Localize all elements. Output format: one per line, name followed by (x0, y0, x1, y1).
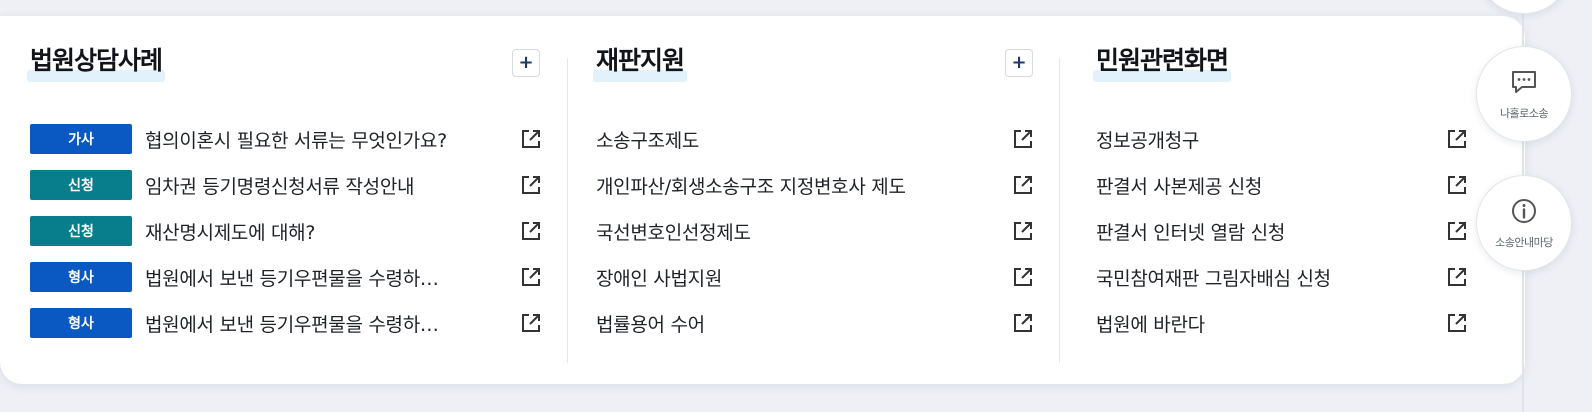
list-item[interactable]: 개인파산/회생소송구조 지정변호사 제도 (596, 162, 1034, 208)
external-link-icon[interactable] (520, 266, 542, 288)
external-link-icon[interactable] (1012, 266, 1034, 288)
list-item-label[interactable]: 정보공개청구 (1096, 126, 1199, 153)
category-badge: 신청 (30, 216, 132, 246)
list-item-label[interactable]: 개인파산/회생소송구조 지정변호사 제도 (596, 172, 906, 199)
external-link-icon[interactable] (1446, 266, 1468, 288)
external-link-icon[interactable] (1012, 174, 1034, 196)
column-divider (567, 58, 568, 363)
quick-menu-litigation-guide[interactable]: 소송안내마당 (1476, 175, 1572, 271)
external-link-icon[interactable] (1012, 128, 1034, 150)
list-item-label[interactable]: 법원에서 보낸 등기우편물을 수령하… (145, 264, 439, 291)
list-item-label[interactable]: 국민참여재판 그림자배심 신청 (1096, 264, 1331, 291)
external-link-icon[interactable] (1446, 220, 1468, 242)
more-button[interactable]: + (512, 49, 540, 77)
quick-links-card: 법원상담사례 + 가사 협의이혼시 필요한 서류는 무엇인가요? 신청 임차권 … (0, 16, 1525, 384)
list-item[interactable]: 판결서 사본제공 신청 (1096, 162, 1468, 208)
section-title: 재판지원 (593, 43, 688, 82)
list-item-label[interactable]: 판결서 인터넷 열람 신청 (1096, 218, 1285, 245)
list-item-label[interactable]: 장애인 사법지원 (596, 264, 722, 291)
external-link-icon[interactable] (520, 220, 542, 242)
list-item-label[interactable]: 협의이혼시 필요한 서류는 무엇인가요? (145, 126, 447, 153)
section-title: 민원관련화면 (1093, 43, 1232, 82)
column-divider (1059, 58, 1060, 363)
list-item[interactable]: 신청 재산명시제도에 대해? (30, 208, 542, 254)
section-court-consultation: 법원상담사례 + 가사 협의이혼시 필요한 서류는 무엇인가요? 신청 임차권 … (27, 16, 542, 384)
quick-menu-item-top[interactable] (1476, 0, 1572, 14)
list-item[interactable]: 정보공개청구 (1096, 116, 1468, 162)
external-link-icon[interactable] (520, 174, 542, 196)
quick-menu-self-litigation[interactable]: 나홀로소송 (1476, 46, 1572, 142)
section-title: 법원상담사례 (27, 43, 166, 82)
list-item-label[interactable]: 임차권 등기명령신청서류 작성안내 (145, 172, 414, 199)
list-item[interactable]: 형사 법원에서 보낸 등기우편물을 수령하… (30, 300, 542, 346)
quick-menu-label: 나홀로소송 (1499, 107, 1549, 120)
list-item-label[interactable]: 법원에 바란다 (1096, 310, 1205, 337)
list-item[interactable]: 가사 협의이혼시 필요한 서류는 무엇인가요? (30, 116, 542, 162)
category-badge: 형사 (30, 262, 132, 292)
external-link-icon[interactable] (1012, 220, 1034, 242)
consultation-list: 가사 협의이혼시 필요한 서류는 무엇인가요? 신청 임차권 등기명령신청서류 … (30, 116, 542, 346)
list-item-label[interactable]: 재산명시제도에 대해? (145, 218, 315, 245)
list-item[interactable]: 국민참여재판 그림자배심 신청 (1096, 254, 1468, 300)
support-list: 소송구조제도 개인파산/회생소송구조 지정변호사 제도 국선변호인선정제도 장애… (596, 116, 1034, 346)
list-item[interactable]: 판결서 인터넷 열람 신청 (1096, 208, 1468, 254)
list-item[interactable]: 법률용어 수어 (596, 300, 1034, 346)
quick-menu-label: 소송안내마당 (1495, 236, 1553, 249)
external-link-icon[interactable] (1446, 174, 1468, 196)
list-item-label[interactable]: 법률용어 수어 (596, 310, 705, 337)
external-link-icon[interactable] (520, 312, 542, 334)
list-item-label[interactable]: 국선변호인선정제도 (596, 218, 751, 245)
civil-list: 정보공개청구 판결서 사본제공 신청 판결서 인터넷 열람 신청 국민참여재판 … (1096, 116, 1468, 346)
chat-bubble-icon (1512, 71, 1536, 93)
section-trial-support: 재판지원 + 소송구조제도 개인파산/회생소송구조 지정변호사 제도 국선변호인… (593, 16, 1034, 384)
section-civil-services: 민원관련화면 정보공개청구 판결서 사본제공 신청 판결서 인터넷 열람 신청 … (1093, 16, 1468, 384)
category-badge: 형사 (30, 308, 132, 338)
list-item-label[interactable]: 소송구조제도 (596, 126, 699, 153)
list-item[interactable]: 형사 법원에서 보낸 등기우편물을 수령하… (30, 254, 542, 300)
list-item-label[interactable]: 판결서 사본제공 신청 (1096, 172, 1262, 199)
external-link-icon[interactable] (1446, 128, 1468, 150)
list-item[interactable]: 신청 임차권 등기명령신청서류 작성안내 (30, 162, 542, 208)
external-link-icon[interactable] (520, 128, 542, 150)
list-item-label[interactable]: 법원에서 보낸 등기우편물을 수령하… (145, 310, 439, 337)
list-item[interactable]: 국선변호인선정제도 (596, 208, 1034, 254)
list-item[interactable]: 법원에 바란다 (1096, 300, 1468, 346)
category-badge: 가사 (30, 124, 132, 154)
info-circle-icon (1512, 199, 1536, 223)
category-badge: 신청 (30, 170, 132, 200)
list-item[interactable]: 소송구조제도 (596, 116, 1034, 162)
external-link-icon[interactable] (1446, 312, 1468, 334)
external-link-icon[interactable] (1012, 312, 1034, 334)
more-button[interactable]: + (1005, 49, 1033, 77)
list-item[interactable]: 장애인 사법지원 (596, 254, 1034, 300)
